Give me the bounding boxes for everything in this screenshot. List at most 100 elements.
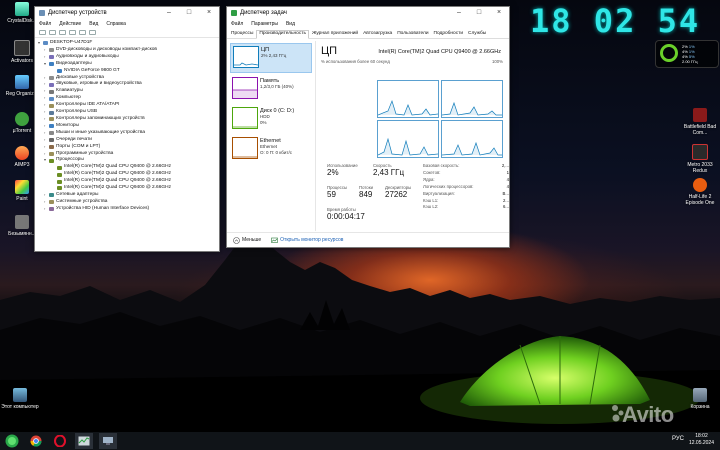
device-tree-item[interactable]: › Очереди печати [44, 137, 219, 144]
crystaldisk-icon [15, 2, 29, 16]
device-tree-label: Сетевые адаптеры [56, 191, 99, 197]
task-manager-titlebar[interactable]: Диспетчер задач – □ × [227, 7, 509, 19]
properties-icon[interactable] [59, 30, 66, 35]
menu-view[interactable]: Вид [286, 21, 295, 27]
device-tree-item[interactable]: › Системные устройства [44, 199, 219, 206]
device-tree-item[interactable]: ▾ Видеоадаптеры [44, 61, 219, 68]
menu-action[interactable]: Действие [59, 21, 81, 27]
printer-icon [49, 138, 54, 143]
device-tree-item[interactable]: NVIDIA GeForce 9800 GT [52, 68, 219, 75]
gauge-row: 2.00 ГГц [682, 59, 698, 64]
device-tree-item[interactable]: Intel(R) Core(TM)2 Quad CPU Q9400 @ 2.66… [52, 185, 219, 192]
menu-file[interactable]: Файл [231, 21, 243, 27]
desktop-icon-battlefield[interactable]: Battlefield Bad Com... [680, 108, 720, 136]
back-icon[interactable] [39, 30, 46, 35]
device-tree-item[interactable]: Intel(R) Core(TM)2 Quad CPU Q9400 @ 2.66… [52, 178, 219, 185]
half-life-icon [693, 178, 707, 192]
battlefield-icon [693, 108, 707, 122]
perf-item-disk[interactable]: Диск 0 (C: D:) HDD 0% [230, 105, 312, 133]
open-resource-monitor-link[interactable]: Открыть монитор ресурсов [271, 237, 343, 244]
device-tree-label: DVD-дисководы и дисководы компакт-дисков [56, 46, 157, 52]
tab-users[interactable]: Пользователи [395, 31, 430, 38]
minimize-button[interactable]: – [159, 7, 179, 19]
start-button[interactable] [3, 433, 21, 449]
aimp-icon [15, 146, 29, 160]
graph-max-label: 100% [492, 59, 503, 64]
close-button[interactable]: × [199, 7, 219, 19]
device-tree-item[interactable]: › Мониторы [44, 123, 219, 130]
maximize-button[interactable]: □ [179, 7, 199, 19]
cpu-detail-panel: ЦП Intel(R) Core(TM)2 Quad CPU Q9400 @ 2… [319, 41, 509, 231]
desktop-icon-label: Half-Life 2 Episode One [685, 194, 715, 206]
graph-caption: % использования более 60 секунд 100% [321, 59, 503, 64]
language-indicator[interactable]: РУС [672, 436, 684, 442]
minimize-button[interactable]: – [449, 7, 469, 19]
tab-startup[interactable]: Автозагрузка [361, 31, 394, 38]
device-tree-item[interactable]: ▾ DESKTOP-U47D1F [38, 40, 219, 47]
task-manager-window: Диспетчер задач – □ × Файл Параметры Вид… [226, 6, 510, 248]
desktop-icon-this-pc[interactable]: Этот компьютер [0, 388, 40, 410]
cpu-detail-value: 1 [506, 169, 509, 175]
perf-item-memory[interactable]: Память 1,2/3,0 ГБ (40%) [230, 75, 312, 103]
taskbar-opera[interactable] [51, 433, 69, 449]
desktop-icon-recycle-bin[interactable]: Корзина [680, 388, 720, 410]
graph-caption-text: % использования более 60 секунд [321, 59, 390, 64]
tab-app-history[interactable]: Журнал приложений [310, 31, 360, 38]
tab-details[interactable]: Подробности [432, 31, 465, 38]
device-tree-label: Контроллеры USB [56, 109, 98, 115]
cpu-details-list: Базовая скорость: 2,... Сокетов: 1 Ядра: 4 Лог… [423, 163, 509, 211]
device-tree-item[interactable]: › Мыши и иные указывающие устройства [44, 130, 219, 137]
desktop-icon-metro-2033[interactable]: Metro 2033 Redux [680, 144, 720, 174]
menu-help[interactable]: Справка [106, 21, 126, 27]
monitor-icon[interactable] [89, 30, 96, 35]
computer-icon [43, 41, 48, 46]
ctrl-icon [49, 117, 54, 122]
taskbar-task-manager[interactable] [75, 433, 93, 449]
device-tree-item[interactable]: › Устройства HID (Human Interface Devices… [44, 206, 219, 213]
desktop-icon-half-life[interactable]: Half-Life 2 Episode One [680, 178, 720, 206]
device-tree-item[interactable]: › DVD-дисководы и дисководы компакт-диско… [44, 47, 219, 54]
resource-monitor-icon [271, 237, 278, 243]
disk-thumb-graph [232, 107, 258, 129]
device-tree-label: Видеоадаптеры [56, 60, 92, 66]
forward-icon[interactable] [49, 30, 56, 35]
taskbar-chrome[interactable] [27, 433, 45, 449]
perf-item-sub: 0% [260, 120, 267, 125]
tab-processes[interactable]: Процессы [229, 31, 255, 38]
cpu-detail-row: Ядра: 4 [423, 177, 509, 184]
perf-item-cpu[interactable]: ЦП 2% 2,43 ГГц [230, 43, 312, 73]
tab-services[interactable]: Службы [466, 31, 488, 38]
device-tree-item[interactable]: › Контроллеры USB [44, 109, 219, 116]
device-tree-item[interactable]: › Порты (COM и LPT) [44, 144, 219, 151]
menu-options[interactable]: Параметры [251, 21, 278, 27]
close-button[interactable]: × [489, 7, 509, 19]
cpu-detail-key: Базовая скорость: [423, 163, 460, 168]
device-tree-item[interactable]: › Аудиовходы и аудиовыходы [44, 54, 219, 61]
fewer-details-button[interactable]: Меньше [233, 236, 261, 244]
device-tree-label: Устройства HID (Human Interface Devices) [56, 205, 150, 211]
help-icon[interactable] [69, 30, 76, 35]
scan-hardware-icon[interactable] [79, 30, 86, 35]
task-manager-icon [78, 436, 90, 446]
chrome-icon [30, 435, 42, 447]
display-icon [49, 124, 54, 129]
menu-file[interactable]: Файл [39, 21, 51, 27]
tray-time: 18:02 [695, 433, 708, 439]
taskbar-device-manager[interactable] [99, 433, 117, 449]
core-graph [377, 120, 439, 158]
tray-clock[interactable]: 18:02 12.05.2024 [689, 433, 714, 447]
perf-item-ethernet[interactable]: Ethernet Ethernet О: 0 П: 0 кбит/с [230, 135, 312, 163]
maximize-button[interactable]: □ [469, 7, 489, 19]
device-manager-titlebar[interactable]: Диспетчер устройств – □ × [35, 7, 219, 19]
perf-item-sub: О: 0 П: 0 кбит/с [260, 150, 292, 155]
cpu-detail-row: Кэш L2: 6... [423, 204, 509, 211]
menu-view[interactable]: Вид [89, 21, 98, 27]
device-tree-label: Системные устройства [56, 198, 108, 204]
device-tree-item[interactable]: › Контроллеры запоминающих устройств [44, 116, 219, 123]
toolbar [35, 28, 219, 38]
device-tree-item[interactable]: › Сетевые адаптеры [44, 192, 219, 199]
cpu-detail-row: Виртуализация: В... [423, 191, 509, 198]
cpu-detail-key: Сокетов: [423, 169, 441, 175]
tab-performance[interactable]: Производительность [256, 30, 309, 39]
tab-bar: Процессы Производительность Журнал прило… [227, 28, 509, 39]
